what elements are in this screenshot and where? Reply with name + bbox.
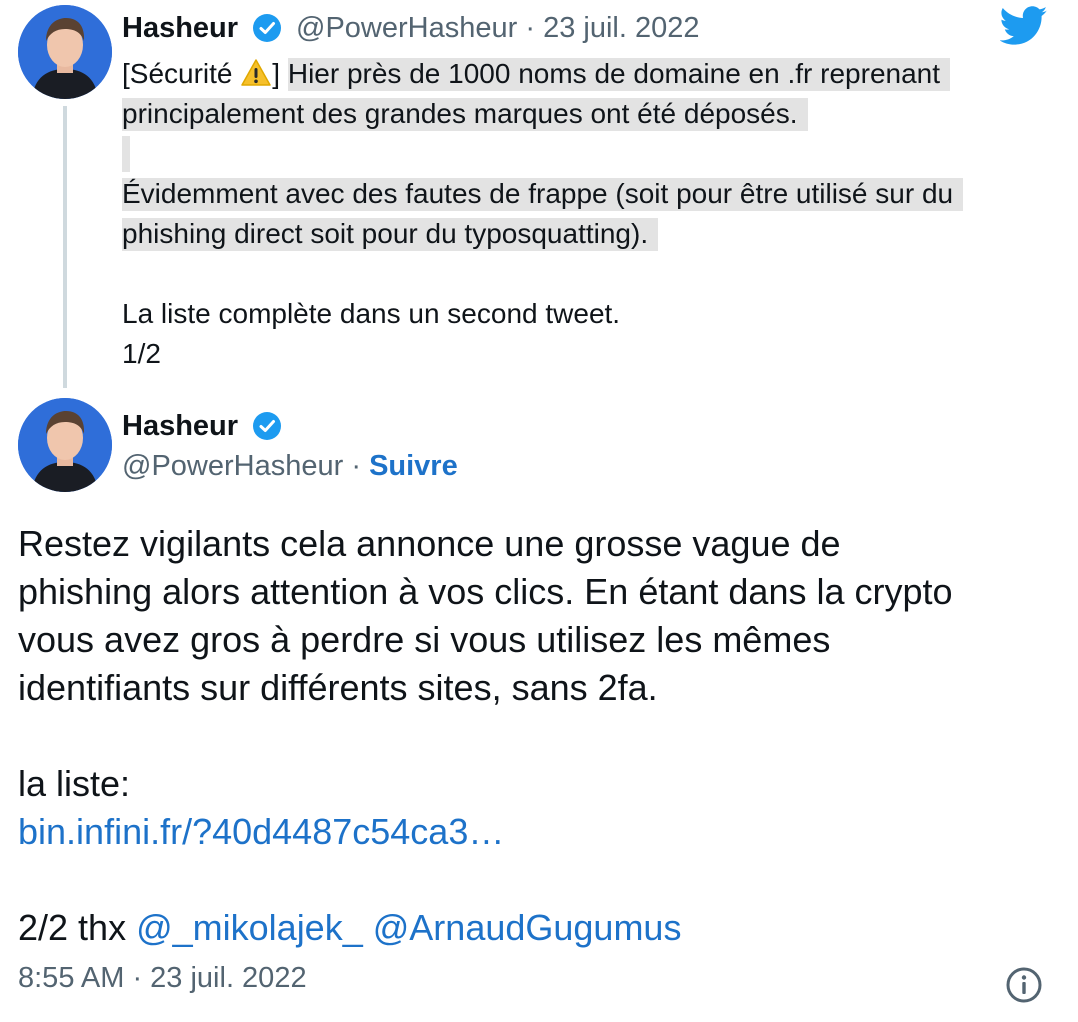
thread-connector-line [63,106,67,388]
twitter-bird-icon[interactable] [1000,6,1048,46]
parent-text-line-5: La liste complète dans un second tweet. [122,298,621,329]
body-line: phishing alors attention à vos clics. En… [18,571,953,612]
parent-avatar[interactable] [18,5,112,99]
main-tweet-body: Restez vigilants cela annonce une grosse… [18,520,1058,952]
verified-badge-icon [253,14,281,42]
parent-author-name[interactable]: Hasheur [122,12,238,45]
parent-text-line-4: phishing direct soit pour du typosquatti… [122,214,659,254]
follow-button[interactable]: Suivre [369,450,458,482]
parent-meta: @PowerHasheur · 23 juil. 2022 [296,12,699,45]
meta-separator: · [525,12,535,44]
thanks-text: 2/2 thx [18,907,127,948]
body-line: vous avez gros à perdre si vous utilisez… [18,619,831,660]
tag-close: ] [272,58,288,89]
parent-text-line-1: [Sécurité ] Hier près de 1000 noms de do… [122,54,951,99]
list-link[interactable]: bin.infini.fr/?40d4487c54ca3… [18,811,504,852]
info-icon[interactable] [1004,965,1044,1005]
tag-text: [Sécurité [122,58,241,89]
highlighted-text: principalement des grandes marques ont é… [122,98,808,131]
thanks-line: 2/2 thx @_mikolajek_ @ArnaudGugumus [18,904,1058,952]
mention-link[interactable]: @ArnaudGugumus [373,907,682,948]
main-meta: @PowerHasheur · Suivre [122,450,458,483]
parent-text-line-3: Évidemment avec des fautes de frappe (so… [122,174,964,214]
main-author-name[interactable]: Hasheur [122,410,238,443]
mention-link[interactable]: @_mikolajek_ [136,907,363,948]
highlighted-text: Hier près de 1000 noms de domaine en .fr… [287,58,951,91]
parent-handle[interactable]: @PowerHasheur [296,12,517,44]
list-label: la liste: [18,763,131,804]
parent-text-line-2: principalement des grandes marques ont é… [122,94,808,134]
tweet-timestamp[interactable]: 8:55 AM · 23 juil. 2022 [18,962,307,995]
body-line: Restez vigilants cela annonce une grosse… [18,523,841,564]
meta-separator: · [351,450,361,482]
parent-text-line-6: 1/2 [122,338,161,369]
highlight-gap [122,136,130,172]
verified-badge-icon [253,412,281,440]
body-line: identifiants sur différents sites, sans … [18,667,658,708]
highlighted-text: phishing direct soit pour du typosquatti… [122,218,659,251]
parent-date[interactable]: 23 juil. 2022 [543,12,699,44]
highlighted-text: Évidemment avec des fautes de frappe (so… [122,178,964,211]
main-avatar[interactable] [18,398,112,492]
main-handle[interactable]: @PowerHasheur [122,450,343,482]
warning-emoji-icon [240,58,272,99]
